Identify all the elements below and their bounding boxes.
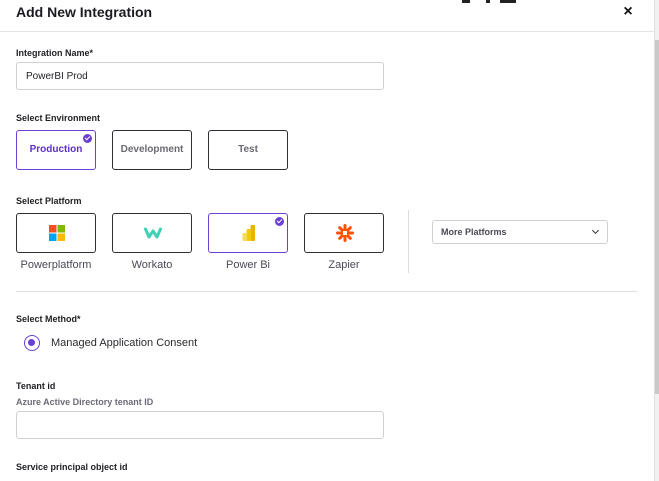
dialog-title: Add New Integration <box>16 4 153 20</box>
integration-name-label: Integration Name* <box>16 48 94 58</box>
tenant-id-input[interactable] <box>16 411 384 439</box>
add-integration-dialog: Add New Integration × Integration Name* … <box>0 0 659 481</box>
section-divider <box>16 291 637 292</box>
workato-icon <box>144 227 162 239</box>
scrollbar-thumb[interactable] <box>655 40 659 394</box>
platform-label-zapier: Zapier <box>328 259 360 271</box>
env-option-label: Production <box>29 144 83 155</box>
platform-option-zapier[interactable] <box>304 213 384 253</box>
select-platform-label: Select Platform <box>16 196 82 206</box>
more-platforms-dropdown[interactable]: More Platforms <box>432 220 608 244</box>
env-option-test[interactable]: Test <box>208 130 288 170</box>
scrollbar[interactable] <box>654 0 659 481</box>
microsoft-grid-icon <box>49 225 65 241</box>
selected-check-icon <box>275 217 284 226</box>
integration-name-input[interactable] <box>16 62 384 90</box>
env-option-label: Test <box>238 144 258 155</box>
selected-check-icon <box>83 134 92 143</box>
env-option-development[interactable]: Development <box>112 130 192 170</box>
power-bi-icon <box>242 225 255 241</box>
platform-label-power-bi: Power Bi <box>225 259 271 271</box>
zapier-icon <box>336 224 354 242</box>
vertical-divider <box>408 210 409 273</box>
close-button[interactable]: × <box>620 3 636 21</box>
chevron-down-icon <box>591 226 600 235</box>
env-option-label: Development <box>120 144 184 155</box>
service-principal-label: Service principal object id <box>16 462 128 472</box>
platform-option-workato[interactable] <box>112 213 192 253</box>
dialog-header: Add New Integration × <box>0 0 654 32</box>
platform-label-workato: Workato <box>131 259 173 271</box>
tenant-id-help-text: Azure Active Directory tenant ID <box>16 397 154 407</box>
tenant-id-label: Tenant id <box>16 381 56 391</box>
method-radio-label: Managed Application Consent <box>51 337 198 349</box>
select-method-label: Select Method* <box>16 314 81 324</box>
platform-option-powerplatform[interactable] <box>16 213 96 253</box>
select-environment-label: Select Environment <box>16 113 101 123</box>
more-platforms-label: More Platforms <box>441 227 507 237</box>
platform-label-powerplatform: Powerplatform <box>20 259 92 271</box>
platform-option-power-bi[interactable] <box>208 213 288 253</box>
env-option-production[interactable]: Production <box>16 130 96 170</box>
method-radio-managed-consent[interactable] <box>24 335 40 351</box>
